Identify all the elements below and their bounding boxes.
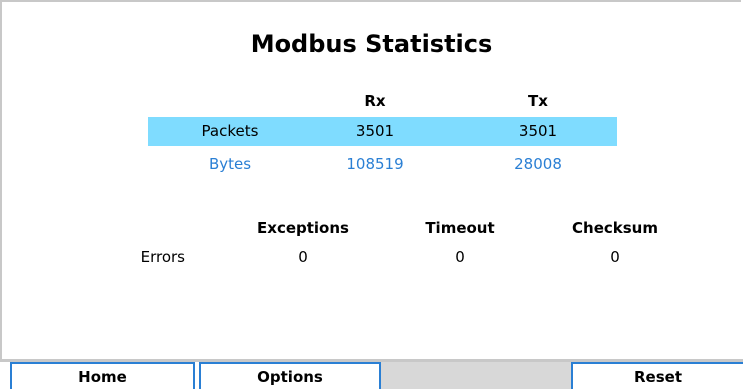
- timeout-value: 0: [455, 248, 465, 266]
- exceptions-header: Exceptions: [257, 219, 349, 237]
- timeout-header: Timeout: [425, 219, 495, 237]
- bytes-rx-value: 108519: [346, 155, 404, 173]
- reset-button[interactable]: Reset: [571, 362, 743, 389]
- packets-tx-value: 3501: [518, 122, 558, 140]
- packets-rx-value: 3501: [355, 122, 395, 140]
- rx-header: Rx: [364, 92, 386, 110]
- packets-label: Packets: [201, 122, 259, 140]
- exceptions-value: 0: [298, 248, 308, 266]
- home-button[interactable]: Home: [10, 362, 195, 389]
- bytes-label: Bytes: [208, 155, 252, 173]
- errors-label: Errors: [140, 248, 185, 266]
- tx-header: Tx: [528, 92, 548, 110]
- options-button[interactable]: Options: [199, 362, 381, 389]
- checksum-value: 0: [610, 248, 620, 266]
- footer-spacer: [381, 362, 571, 389]
- bytes-tx-value: 28008: [514, 155, 562, 173]
- page-title: Modbus Statistics: [250, 30, 493, 58]
- checksum-header: Checksum: [572, 219, 658, 237]
